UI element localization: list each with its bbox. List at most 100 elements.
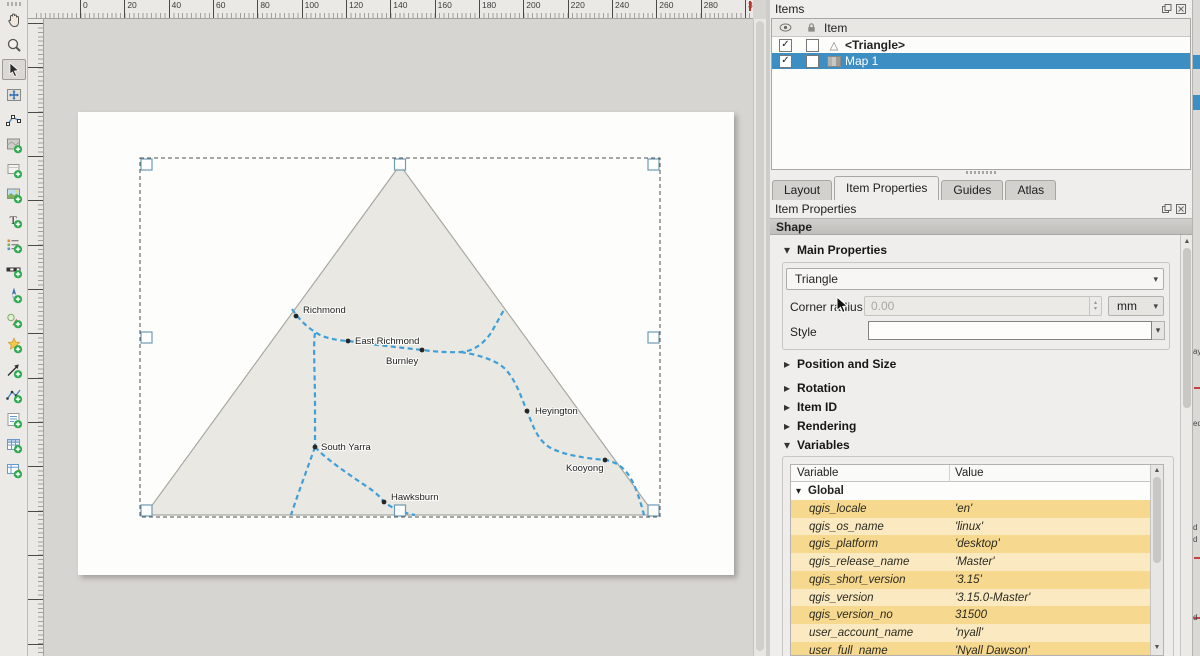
shape-type-combobox[interactable]: Triangle ▾ [786, 268, 1164, 290]
variables-table[interactable]: Variable Value ▾Global qgis_locale'en'qg… [790, 464, 1164, 656]
section-rendering[interactable]: ▸Rendering [784, 419, 856, 433]
visibility-checkbox[interactable]: ✓ [779, 39, 792, 52]
hruler-tick-160: 160 [435, 0, 452, 19]
spinner-arrows-icon[interactable]: ▴▾ [1089, 297, 1101, 315]
corner-radius-spinbox[interactable]: 0.00 ▴▾ [864, 296, 1102, 316]
panel-tab-bar: LayoutItem PropertiesGuidesAtlas [770, 176, 1192, 200]
selection-handle[interactable] [141, 332, 152, 343]
close-panel-icon[interactable] [1175, 203, 1186, 214]
add-node-item-icon[interactable] [2, 384, 26, 405]
scroll-down-icon[interactable]: ▼ [1151, 642, 1163, 653]
corner-radius-label: Corner radius [790, 300, 863, 314]
selection-handle[interactable] [648, 159, 659, 170]
hruler-tick-200: 200 [523, 0, 540, 19]
background-text-fragment: ay [1193, 348, 1200, 356]
scrollbar-thumb[interactable] [1153, 477, 1161, 563]
add-3d-map-icon[interactable] [2, 159, 26, 180]
tab-atlas[interactable]: Atlas [1005, 180, 1056, 200]
tab-guides[interactable]: Guides [941, 180, 1003, 200]
tab-item-properties[interactable]: Item Properties [834, 176, 939, 200]
layout-page[interactable]: RichmondEast RichmondBurnleyHeyingtonKoo… [78, 112, 734, 575]
section-item-id[interactable]: ▸Item ID [784, 400, 837, 414]
column-divider[interactable] [949, 465, 950, 482]
hruler-tick-240: 240 [612, 0, 629, 19]
add-scalebar-icon[interactable] [2, 259, 26, 280]
close-panel-icon[interactable] [1175, 3, 1186, 14]
variable-row-qgis_locale[interactable]: qgis_locale'en' [791, 500, 1151, 518]
selection-handle[interactable] [141, 505, 152, 516]
selection-handle[interactable] [648, 505, 659, 516]
lock-checkbox[interactable] [806, 39, 819, 52]
variables-header[interactable]: ▾Variables [784, 438, 850, 452]
variable-row-qgis_version[interactable]: qgis_version'3.15.0-Master' [791, 589, 1151, 607]
lock-checkbox[interactable] [806, 55, 819, 68]
main-properties-header[interactable]: ▾Main Properties [784, 243, 887, 257]
add-html-frame-icon[interactable] [2, 409, 26, 430]
float-panel-icon[interactable] [1161, 203, 1172, 214]
variable-row-qgis_release_name[interactable]: qgis_release_name'Master' [791, 553, 1151, 571]
selection-handle[interactable] [648, 332, 659, 343]
hruler-tick-180: 180 [479, 0, 496, 19]
canvas-vertical-scrollbar[interactable] [753, 19, 766, 656]
hruler-tick-20: 20 [124, 0, 136, 19]
select-move-item-icon[interactable] [2, 59, 26, 80]
variable-row-user_account_name[interactable]: user_account_name'nyall' [791, 624, 1151, 642]
toolbar-grip[interactable] [7, 2, 21, 6]
variable-row-qgis_platform[interactable]: qgis_platform'desktop' [791, 535, 1151, 553]
variable-value: 31500 [955, 606, 987, 624]
variables-table-header[interactable]: Variable Value [791, 465, 1151, 482]
panel-vertical-scrollbar[interactable]: ▲ [1180, 235, 1192, 656]
move-item-content-icon[interactable] [2, 84, 26, 105]
add-shape-icon[interactable] [2, 309, 26, 330]
add-map-icon[interactable] [2, 134, 26, 155]
variable-row-qgis_version_no[interactable]: qgis_version_no 31500 [791, 606, 1151, 624]
visibility-checkbox[interactable]: ✓ [779, 55, 792, 68]
items-tree-row[interactable]: ✓△<Triangle> [772, 37, 1190, 53]
scrollbar-thumb[interactable] [756, 21, 764, 651]
edit-nodes-item-icon[interactable] [2, 109, 26, 130]
value-column-header[interactable]: Value [955, 466, 984, 481]
selection-handle[interactable] [141, 159, 152, 170]
items-tree-row[interactable]: ✓Map 1 [772, 53, 1190, 69]
collapse-arrow-icon: ▾ [796, 483, 808, 501]
lock-column-lock-icon [798, 22, 824, 33]
add-legend-icon[interactable] [2, 234, 26, 255]
variable-row-user_full_name[interactable]: user_full_name'Nyall Dawson' [791, 642, 1151, 656]
add-picture-icon[interactable] [2, 184, 26, 205]
variable-column-header[interactable]: Variable [797, 466, 838, 481]
layout-canvas[interactable]: RichmondEast RichmondBurnleyHeyingtonKoo… [44, 19, 753, 656]
add-north-arrow-icon[interactable] [2, 284, 26, 305]
style-preview-button[interactable] [868, 321, 1152, 340]
selection-handle[interactable] [395, 159, 406, 170]
zoom-tool-icon[interactable] [2, 34, 26, 55]
add-fixed-table-icon[interactable] [2, 459, 26, 480]
variable-row-qgis_short_version[interactable]: qgis_short_version'3.15' [791, 571, 1151, 589]
add-label-icon[interactable]: T [2, 209, 26, 230]
vruler-tick-20: 20 [28, 156, 44, 170]
unit-combobox[interactable]: mm ▾ [1108, 296, 1164, 316]
variables-table-scrollbar[interactable]: ▲ ▼ [1150, 465, 1163, 655]
add-attribute-table-icon[interactable] [2, 434, 26, 455]
scrollbar-thumb[interactable] [1183, 248, 1191, 408]
layout-toolbox: T [0, 0, 28, 656]
style-dropdown-arrow[interactable]: ▾ [1152, 321, 1165, 340]
variable-row-qgis_os_name[interactable]: qgis_os_name'linux' [791, 518, 1151, 536]
selection-handle[interactable] [395, 505, 406, 516]
section-position-and-size[interactable]: ▸Position and Size [784, 357, 896, 371]
vruler-tick-140: 140 [28, 422, 44, 436]
panel-splitter-grip[interactable] [966, 171, 996, 174]
float-panel-icon[interactable] [1161, 3, 1172, 14]
items-tree[interactable]: Item ✓△<Triangle>✓Map 1 [771, 18, 1191, 170]
section-rotation[interactable]: ▸Rotation [784, 381, 846, 395]
add-marker-icon[interactable] [2, 334, 26, 355]
background-selection-sliver [1193, 95, 1200, 110]
variable-name: qgis_version_no [809, 606, 893, 624]
pan-tool-icon[interactable] [2, 9, 26, 30]
tab-layout[interactable]: Layout [772, 180, 832, 200]
vruler-tick-100: 100 [28, 333, 44, 347]
variable-value: 'Nyall Dawson' [955, 642, 1030, 656]
add-arrow-icon[interactable] [2, 359, 26, 380]
variables-group-row[interactable]: ▾Global [791, 482, 1151, 500]
scroll-up-icon[interactable]: ▲ [1181, 236, 1192, 247]
scroll-up-icon[interactable]: ▲ [1151, 465, 1163, 476]
